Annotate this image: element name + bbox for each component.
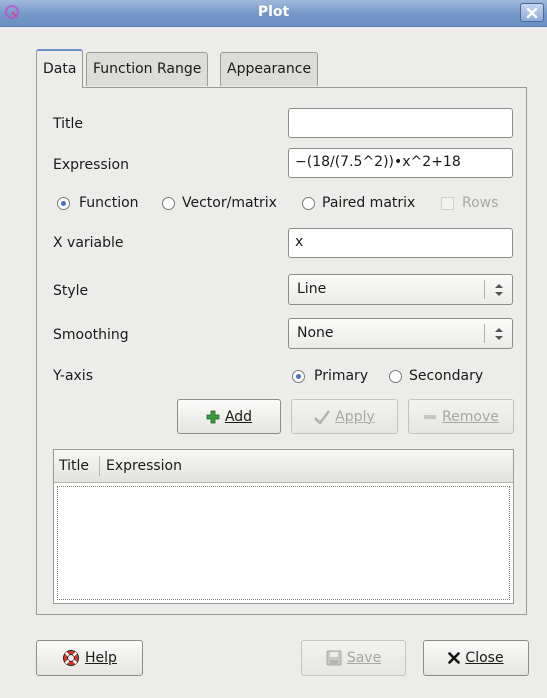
- remove-button-label: Remove: [442, 408, 499, 425]
- smoothing-value: None: [297, 325, 334, 341]
- expression-input[interactable]: −(18/(7.5^2))•x^2+18: [288, 148, 513, 178]
- up-down-arrows-icon: [495, 328, 503, 340]
- column-divider: [99, 456, 100, 476]
- tab-appearance[interactable]: Appearance: [220, 52, 319, 86]
- type-paired-matrix-radio[interactable]: Paired matrix: [302, 195, 415, 211]
- y-axis-primary-radio[interactable]: Primary: [292, 368, 368, 384]
- radio-indicator: [57, 196, 70, 210]
- title-bar[interactable]: Plot: [0, 0, 547, 27]
- lifebuoy-icon: [63, 650, 80, 666]
- smoothing-combobox[interactable]: None: [288, 318, 513, 349]
- rows-checkbox[interactable]: Rows: [441, 195, 498, 211]
- radio-indicator: [389, 369, 402, 383]
- floppy-disk-icon: [326, 650, 342, 666]
- close-button[interactable]: Close: [423, 640, 529, 676]
- apply-button-label: Apply: [335, 408, 375, 425]
- add-button[interactable]: Add: [177, 399, 281, 434]
- x-icon: [448, 652, 461, 664]
- style-value: Line: [297, 281, 327, 297]
- add-button-label: Add: [224, 408, 253, 425]
- combo-divider: [484, 280, 485, 299]
- rows-label: Rows: [462, 195, 499, 211]
- tab-function-range[interactable]: Function Range: [86, 52, 209, 86]
- y-axis-secondary-label: Secondary: [409, 368, 484, 384]
- plot-dialog: Plot Data Function Range Appearance Titl…: [0, 0, 547, 698]
- smoothing-label: Smoothing: [53, 327, 129, 343]
- plus-icon: [206, 410, 220, 423]
- column-header-expression[interactable]: Expression: [106, 458, 182, 474]
- radio-indicator: [162, 196, 175, 210]
- apply-button[interactable]: Apply: [291, 399, 398, 434]
- close-icon: [526, 7, 538, 18]
- title-input[interactable]: [288, 108, 513, 138]
- style-label: Style: [53, 283, 89, 299]
- combo-divider: [484, 324, 485, 343]
- list-body[interactable]: [57, 486, 510, 600]
- y-axis-secondary-radio[interactable]: Secondary: [389, 368, 483, 384]
- y-axis-label: Y-axis: [53, 368, 93, 384]
- up-down-arrows-icon: [495, 284, 503, 296]
- radio-indicator: [302, 196, 315, 210]
- type-paired-matrix-label: Paired matrix: [322, 195, 416, 211]
- tab-data[interactable]: Data: [36, 49, 84, 88]
- plot-list[interactable]: Title Expression: [53, 449, 514, 604]
- save-button[interactable]: Save: [301, 640, 406, 676]
- y-axis-primary-label: Primary: [314, 368, 369, 384]
- type-function-radio[interactable]: Function: [57, 195, 139, 211]
- minus-icon: [424, 414, 437, 419]
- help-button-label: Help: [85, 650, 117, 666]
- window-title: Plot: [257, 4, 290, 20]
- column-header-title[interactable]: Title: [59, 458, 89, 474]
- title-label: Title: [53, 116, 84, 132]
- type-vector-matrix-radio[interactable]: Vector/matrix: [162, 195, 277, 211]
- x-variable-label: X variable: [53, 235, 124, 251]
- list-header: Title Expression: [54, 450, 513, 483]
- type-function-label: Function: [79, 195, 139, 211]
- remove-button[interactable]: Remove: [408, 399, 514, 434]
- checkmark-icon: [314, 409, 331, 424]
- type-vector-matrix-label: Vector/matrix: [182, 195, 277, 211]
- x-variable-input[interactable]: x: [288, 228, 513, 258]
- style-combobox[interactable]: Line: [288, 274, 513, 305]
- help-button[interactable]: Help: [36, 640, 143, 676]
- close-button-label: Close: [465, 650, 504, 666]
- radio-indicator: [292, 369, 305, 383]
- expression-label: Expression: [53, 157, 129, 173]
- window-close-button[interactable]: [520, 3, 544, 22]
- save-button-label: Save: [346, 650, 382, 666]
- checkbox-indicator: [441, 196, 454, 210]
